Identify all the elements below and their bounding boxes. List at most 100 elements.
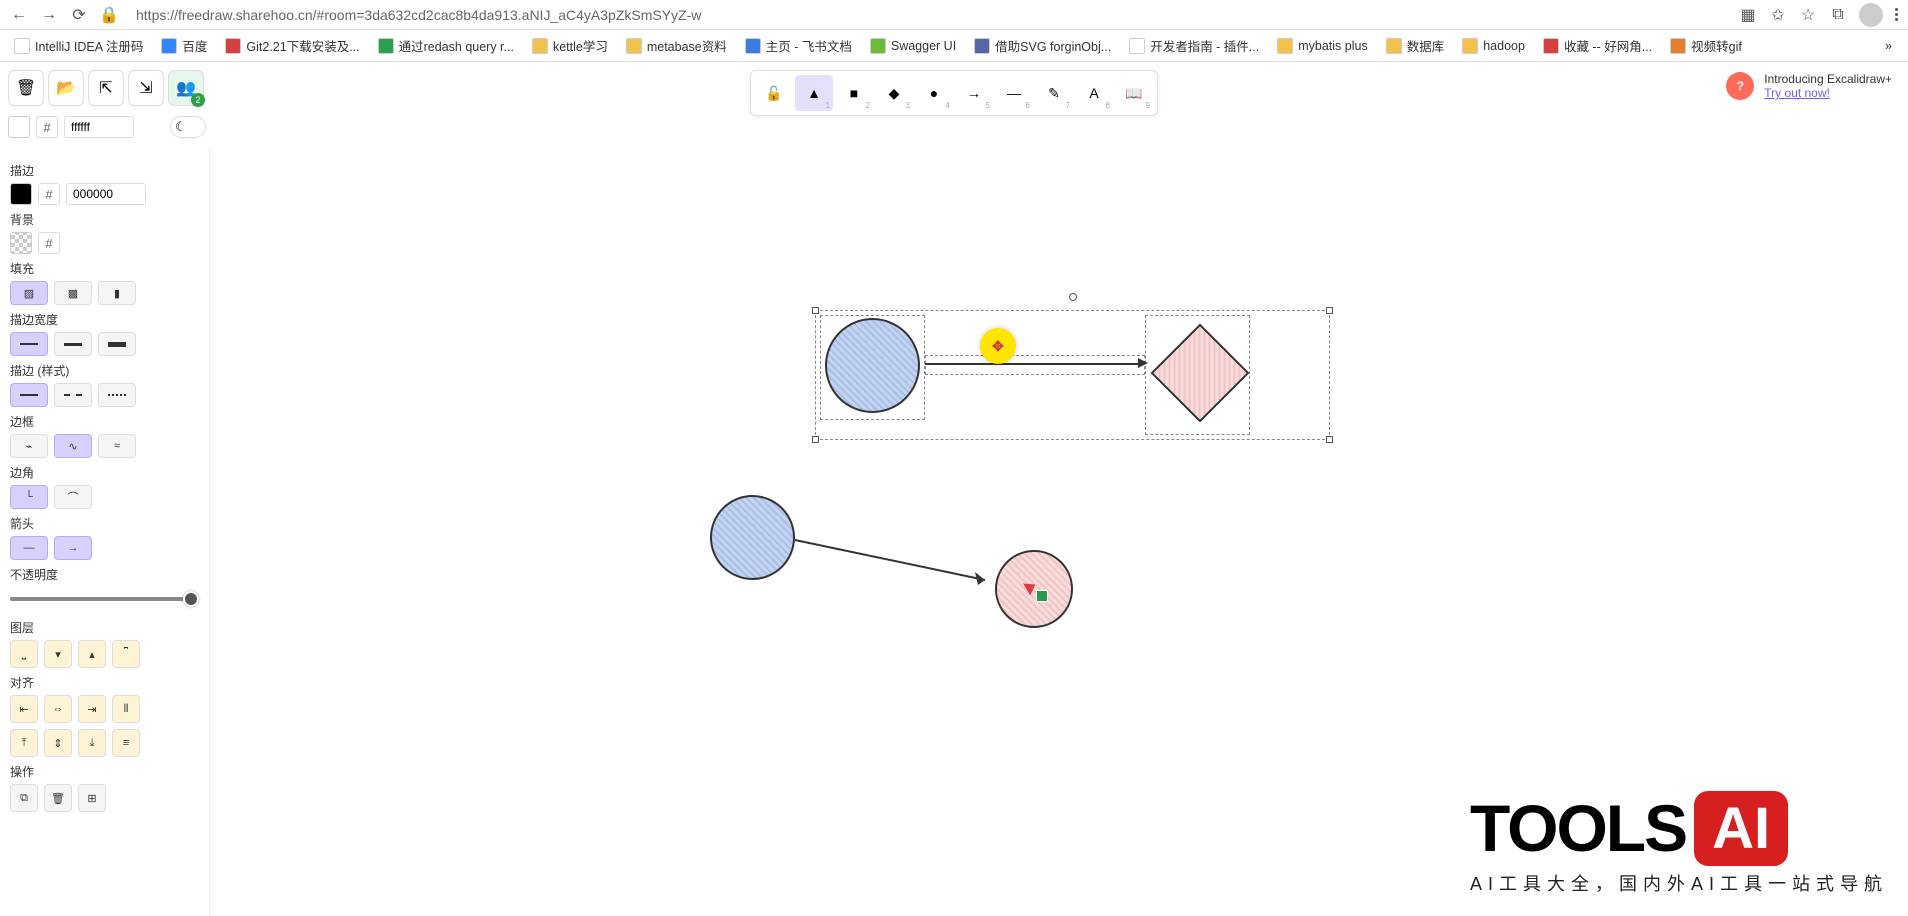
- more-menu-icon[interactable]: [1895, 8, 1898, 21]
- label-edges: 边角: [10, 464, 199, 481]
- fill-hachure[interactable]: ▨: [10, 281, 48, 305]
- save-button[interactable]: ⇲: [128, 70, 164, 106]
- bookmark-item[interactable]: 视频转gif: [1664, 33, 1748, 58]
- forward-button[interactable]: →: [40, 6, 58, 24]
- bookmark-item[interactable]: Swagger UI: [864, 35, 962, 57]
- label-fill: 填充: [10, 260, 199, 277]
- bookmark-item[interactable]: 百度: [155, 33, 213, 58]
- watermark: TOOLS AI AI工具大全，国内外AI工具一站式导航: [1470, 790, 1888, 896]
- fill-solid[interactable]: ▮: [98, 281, 136, 305]
- dark-mode-toggle[interactable]: [170, 116, 206, 138]
- bookmark-item[interactable]: 收藏 -- 好网角...: [1537, 33, 1658, 58]
- stroke-color-input[interactable]: [66, 183, 146, 205]
- edge-round[interactable]: ⌒: [54, 485, 92, 509]
- bring-forward[interactable]: ▴: [78, 640, 106, 668]
- browser-address-bar: ← → ⟳ 🔒 https://freedraw.sharehoo.cn/#ro…: [0, 0, 1908, 30]
- arrow-start-none[interactable]: —: [10, 536, 48, 560]
- bookmark-item[interactable]: 通过redash query r...: [372, 33, 520, 58]
- style-dashed[interactable]: [54, 383, 92, 407]
- align-right[interactable]: ⇥: [78, 695, 106, 723]
- bookmark-item[interactable]: 主页 - 飞书文档: [739, 33, 858, 58]
- label-layers: 图层: [10, 619, 199, 636]
- sloppy-cartoonist[interactable]: ≈: [98, 434, 136, 458]
- canvas-ellipse-blue[interactable]: [825, 318, 920, 413]
- watermark-sub: AI工具大全，国内外AI工具一站式导航: [1470, 870, 1888, 896]
- opacity-slider[interactable]: [10, 589, 199, 609]
- label-stroke-style: 描边 (样式): [10, 362, 199, 379]
- help-icon[interactable]: ?: [1726, 72, 1754, 100]
- canvas-bg-row: #: [8, 116, 206, 138]
- send-to-back[interactable]: ⎵: [10, 640, 38, 668]
- duplicate-button[interactable]: ⧉: [10, 784, 38, 812]
- bookmark-item[interactable]: 数据库: [1380, 33, 1451, 58]
- hash-label: #: [38, 183, 60, 205]
- selection-item: [925, 355, 1145, 375]
- canvas-arrow-2[interactable]: [790, 530, 1000, 590]
- dist-v[interactable]: ≡: [112, 729, 140, 757]
- canvas-arrow[interactable]: [925, 363, 1140, 365]
- bg-color-swatch[interactable]: [10, 232, 32, 254]
- favorites-icon[interactable]: ☆: [1799, 6, 1817, 24]
- stroke-color-swatch[interactable]: [10, 183, 32, 205]
- align-hcenter[interactable]: ⇔: [44, 695, 72, 723]
- back-button[interactable]: ←: [10, 6, 28, 24]
- collections-icon[interactable]: ⧉: [1829, 6, 1847, 24]
- export-button[interactable]: ⇱: [88, 70, 124, 106]
- bookmark-item[interactable]: metabase资料: [620, 33, 733, 58]
- hash-label: #: [36, 116, 58, 138]
- dist-h[interactable]: ⫴: [112, 695, 140, 723]
- align-bottom[interactable]: ⤓: [78, 729, 106, 757]
- style-dotted[interactable]: [98, 383, 136, 407]
- edge-sharp[interactable]: └: [10, 485, 48, 509]
- bookmark-item[interactable]: Git2.21下载安装及...: [219, 33, 365, 58]
- collab-cursor: [1026, 580, 1036, 594]
- hash-label: #: [38, 232, 60, 254]
- width-thin[interactable]: [10, 332, 48, 356]
- watermark-ai: AI: [1694, 791, 1788, 866]
- align-vcenter[interactable]: ⇕: [44, 729, 72, 757]
- bookmark-item[interactable]: 借助SVG forginObj...: [968, 33, 1117, 58]
- label-opacity: 不透明度: [10, 566, 199, 583]
- bookmark-item[interactable]: mybatis plus: [1271, 35, 1373, 57]
- canvas[interactable]: TOOLS AI AI工具大全，国内外AI工具一站式导航: [210, 100, 1908, 916]
- sloppy-architect[interactable]: ⌁: [10, 434, 48, 458]
- favorite-star-icon[interactable]: ✩: [1769, 6, 1787, 24]
- align-left[interactable]: ⇤: [10, 695, 38, 723]
- canvas-bg-swatch[interactable]: [8, 116, 30, 138]
- align-top[interactable]: ⤒: [10, 729, 38, 757]
- profile-avatar[interactable]: [1859, 3, 1883, 27]
- sloppy-artist[interactable]: ∿: [54, 434, 92, 458]
- label-stroke-width: 描边宽度: [10, 311, 199, 328]
- user-cursor-yellow: [980, 328, 1016, 364]
- width-medium[interactable]: [54, 332, 92, 356]
- bookmark-item[interactable]: IntelliJ IDEA 注册码: [8, 33, 149, 58]
- label-actions: 操作: [10, 763, 199, 780]
- bookmark-item[interactable]: kettle学习: [526, 33, 614, 58]
- group-button[interactable]: ⊞: [78, 784, 106, 812]
- url-text[interactable]: https://freedraw.sharehoo.cn/#room=3da63…: [130, 7, 1727, 23]
- width-thick[interactable]: [98, 332, 136, 356]
- promo-title: Introducing Excalidraw+: [1764, 72, 1892, 86]
- canvas-bg-input[interactable]: [64, 116, 134, 138]
- send-backward[interactable]: ▾: [44, 640, 72, 668]
- label-arrowheads: 箭头: [10, 515, 199, 532]
- file-toolbar: 🗑 📂 ⇱ ⇲ 👥2: [8, 70, 204, 106]
- open-button[interactable]: 📂: [48, 70, 84, 106]
- delete-button[interactable]: 🗑: [8, 70, 44, 106]
- arrow-end-arrow[interactable]: →: [54, 536, 92, 560]
- bookmark-item[interactable]: hadoop: [1456, 35, 1531, 57]
- bookmark-item[interactable]: 开发者指南 - 插件...: [1123, 33, 1265, 58]
- collaboration-button[interactable]: 👥2: [168, 70, 204, 106]
- reload-button[interactable]: ⟳: [70, 6, 88, 24]
- style-solid[interactable]: [10, 383, 48, 407]
- fill-cross[interactable]: ▩: [54, 281, 92, 305]
- promo-link[interactable]: Try out now!: [1764, 86, 1892, 100]
- bookmarks-overflow[interactable]: »: [1877, 35, 1900, 57]
- label-background: 背景: [10, 211, 199, 228]
- app-mode-icon[interactable]: ▦: [1739, 6, 1757, 24]
- delete-selection-button[interactable]: 🗑: [44, 784, 72, 812]
- bring-to-front[interactable]: ⎴: [112, 640, 140, 668]
- label-stroke: 描边: [10, 162, 199, 179]
- canvas-ellipse-blue-2[interactable]: [710, 495, 795, 580]
- label-sloppiness: 边框: [10, 413, 199, 430]
